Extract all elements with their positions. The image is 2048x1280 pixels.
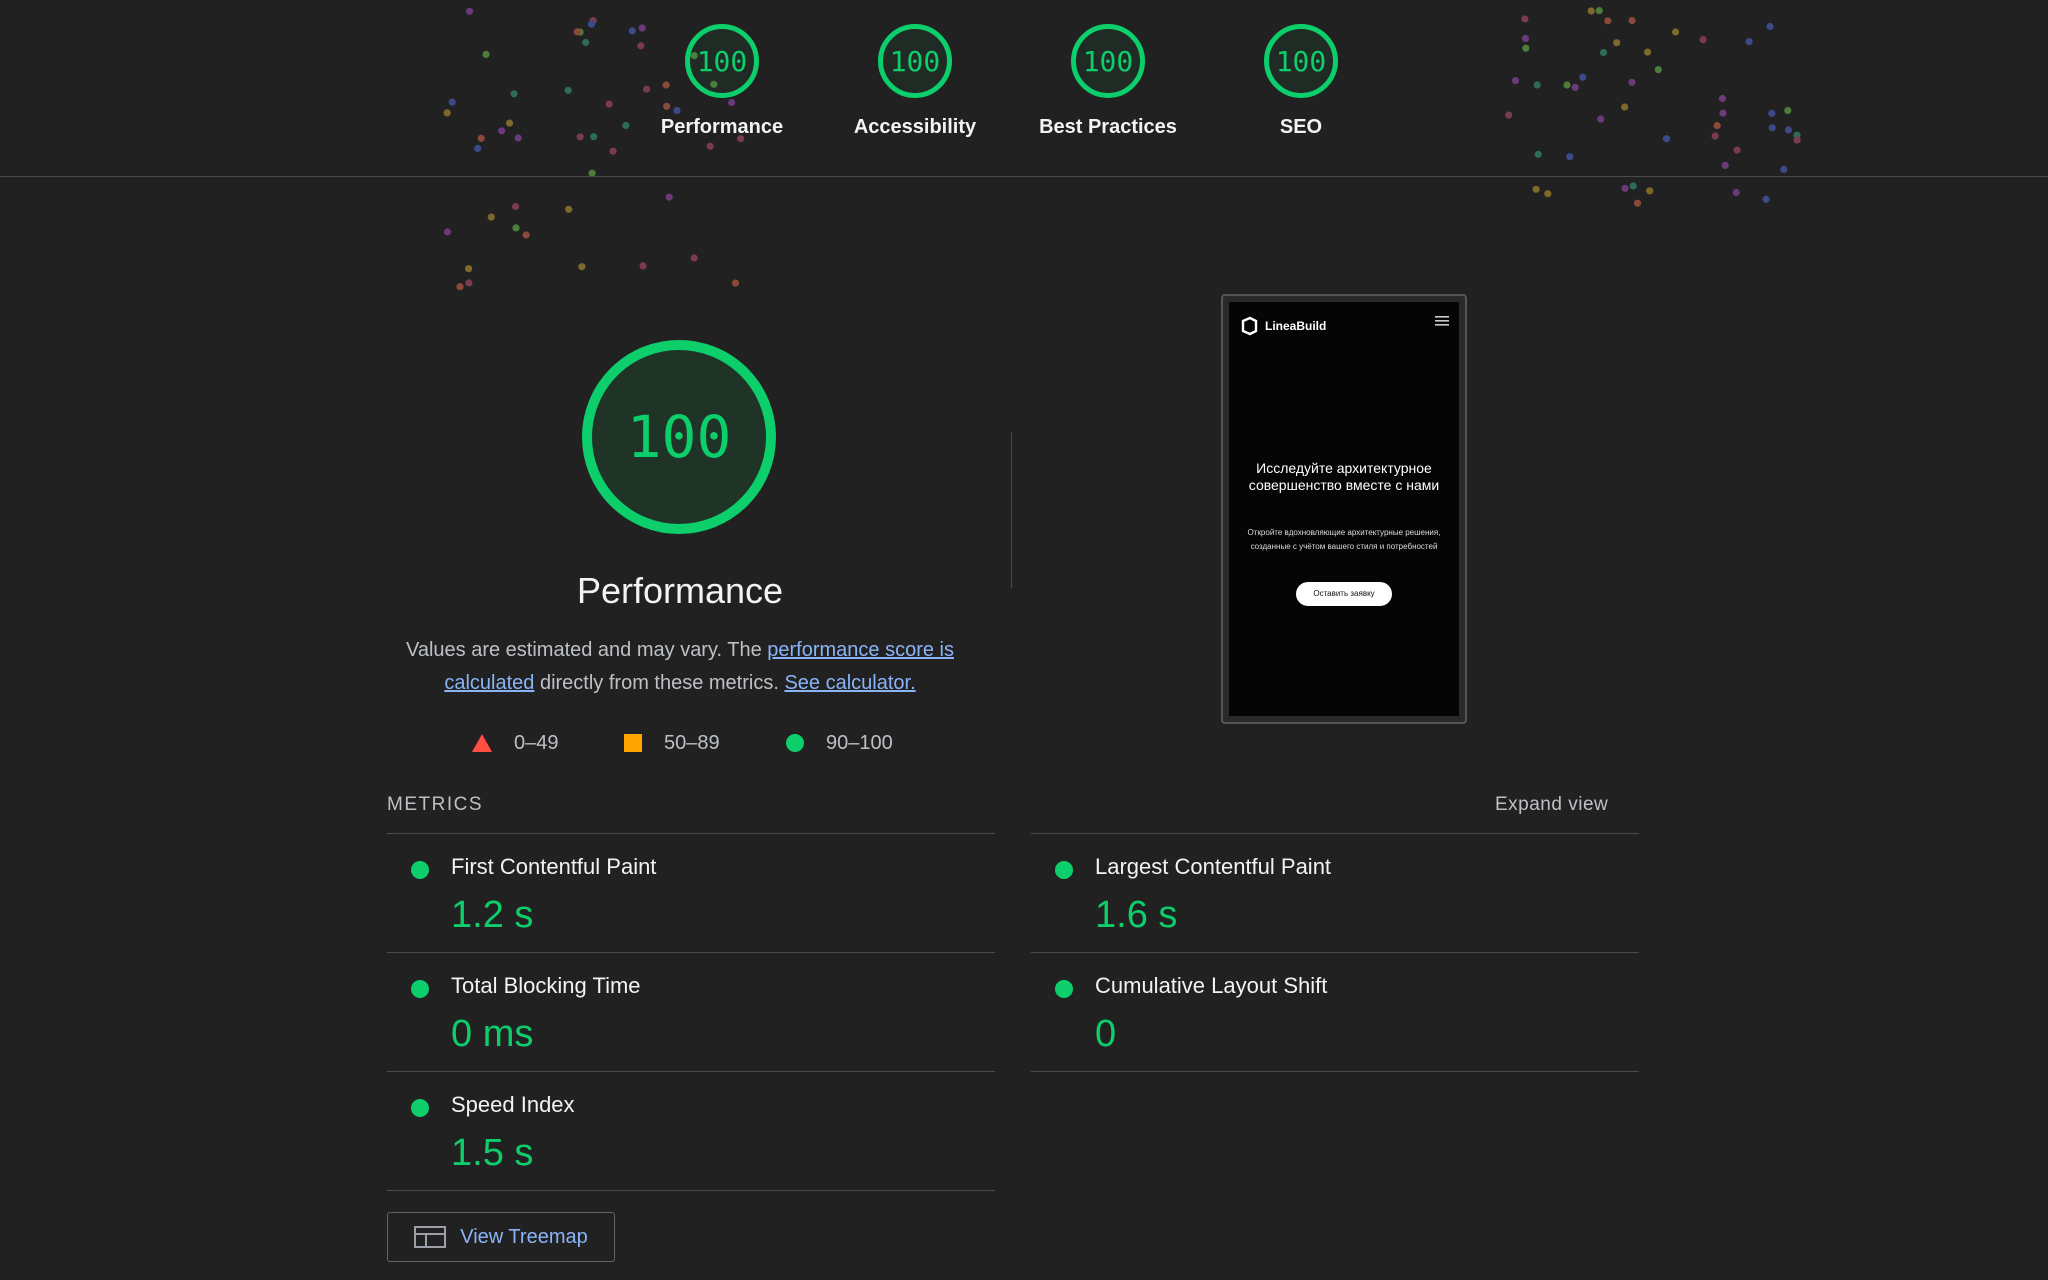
confetti-dot <box>465 265 473 273</box>
metric-value: 0 ms <box>451 1013 534 1055</box>
confetti-dot <box>1629 182 1637 190</box>
gauge-label: Performance <box>660 116 784 138</box>
circle-icon <box>786 734 804 752</box>
divider <box>387 1190 995 1191</box>
gauge-seo[interactable]: 100 SEO <box>1216 24 1386 139</box>
metric-value: 1.2 s <box>451 894 534 936</box>
confetti-dot <box>443 228 452 236</box>
triangle-icon <box>472 734 492 752</box>
hero-subtext: Откройте вдохновляющие архитектурные реш… <box>1247 528 1441 551</box>
category-summary-bar: 100 Performance 100 Accessibility 100 Be… <box>0 0 2048 177</box>
confetti-dot <box>639 262 647 270</box>
gauge-score: 100 <box>1275 44 1327 78</box>
pass-circle-icon <box>1055 980 1073 998</box>
see-calculator-link[interactable]: See calculator. <box>784 672 915 694</box>
legend-range: 50–89 <box>664 731 720 754</box>
square-icon <box>624 734 642 752</box>
pass-circle-icon <box>411 861 429 879</box>
confetti-dot <box>731 279 740 287</box>
hamburger-icon <box>1435 316 1449 326</box>
pass-circle-icon <box>411 980 429 998</box>
gauge-ring: 100 <box>878 24 952 98</box>
logo-icon <box>1241 316 1258 336</box>
view-treemap-button[interactable]: View Treemap <box>387 1212 615 1262</box>
confetti-dot <box>1633 199 1642 207</box>
pass-circle-icon <box>411 1099 429 1117</box>
confetti-dot <box>1732 188 1740 197</box>
screenshot-screen: LineaBuild Исследуйте архитектурное сове… <box>1229 302 1459 716</box>
gauge-ring: 100 <box>1264 24 1338 98</box>
performance-score-gauge: 100 <box>582 340 776 534</box>
description-text: directly from these metrics. <box>534 672 785 694</box>
metric-largest-contentful-paint[interactable]: Largest Contentful Paint 1.6 s <box>1031 833 1639 952</box>
metric-name: Total Blocking Time <box>451 973 641 998</box>
metric-total-blocking-time[interactable]: Total Blocking Time 0 ms <box>387 952 995 1071</box>
gauge-score: 100 <box>696 44 748 78</box>
metric-name: Largest Contentful Paint <box>1095 854 1332 879</box>
confetti-dot <box>512 224 520 232</box>
gauge-best-practices[interactable]: 100 Best Practices <box>1023 24 1193 139</box>
metric-value: 0 <box>1095 1013 1117 1055</box>
confetti-dot <box>565 205 573 213</box>
metric-speed-index[interactable]: Speed Index 1.5 s <box>387 1071 995 1190</box>
metric-value: 1.6 s <box>1095 894 1178 936</box>
confetti-dot <box>511 203 520 211</box>
confetti-dot <box>578 263 586 271</box>
metric-value: 1.5 s <box>451 1132 534 1174</box>
legend-range: 90–100 <box>826 731 893 754</box>
confetti-dot <box>1762 195 1770 203</box>
metric-name: First Contentful Paint <box>451 854 657 879</box>
performance-score: 100 <box>626 403 732 471</box>
metric-name: Speed Index <box>451 1092 575 1117</box>
performance-title: Performance <box>576 570 784 611</box>
confetti-dot <box>1646 187 1654 195</box>
brand-name: LineaBuild <box>1265 319 1327 333</box>
final-screenshot[interactable]: LineaBuild Исследуйте архитектурное сове… <box>1221 294 1467 724</box>
performance-description: Values are estimated and may vary. The p… <box>370 634 990 700</box>
metrics-column-right: Largest Contentful Paint 1.6 s Cumulativ… <box>1031 833 1639 1072</box>
metrics-heading: METRICS <box>387 794 483 815</box>
gauge-label: Best Practices <box>1039 116 1177 138</box>
confetti-dot <box>465 279 473 287</box>
confetti-dot <box>456 283 464 291</box>
divider <box>1011 432 1012 588</box>
hero-headline: Исследуйте архитектурное совершенство вм… <box>1248 460 1440 493</box>
confetti-dot <box>1544 190 1552 198</box>
metrics-column-left: First Contentful Paint 1.2 s Total Block… <box>387 833 995 1191</box>
treemap-icon <box>414 1226 447 1248</box>
confetti-dot <box>487 213 495 221</box>
gauge-score: 100 <box>1082 44 1134 78</box>
metric-cumulative-layout-shift[interactable]: Cumulative Layout Shift 0 <box>1031 952 1639 1071</box>
confetti-dot <box>690 254 698 262</box>
confetti-dot <box>1532 185 1540 193</box>
legend-average: 50–89 <box>624 730 720 756</box>
pass-circle-icon <box>1055 861 1073 879</box>
divider <box>1031 1071 1639 1072</box>
metric-name: Cumulative Layout Shift <box>1095 973 1328 998</box>
gauge-performance[interactable]: 100 Performance <box>637 24 807 139</box>
description-text: Values are estimated and may vary. The <box>405 639 768 661</box>
expand-view-toggle[interactable]: Expand view <box>1495 794 1608 816</box>
confetti-dot <box>522 231 530 239</box>
gauge-label: SEO <box>1279 116 1323 138</box>
confetti-dot <box>1621 184 1629 192</box>
confetti-dot <box>665 193 673 201</box>
legend-pass: 90–100 <box>786 730 893 756</box>
metric-first-contentful-paint[interactable]: First Contentful Paint 1.2 s <box>387 833 995 952</box>
treemap-label: View Treemap <box>460 1225 588 1248</box>
brand-logo: LineaBuild <box>1239 316 1326 336</box>
cta-button: Оставить заявку <box>1296 582 1392 606</box>
gauge-ring: 100 <box>685 24 759 98</box>
legend-fail: 0–49 <box>472 730 559 756</box>
gauge-label: Accessibility <box>853 116 977 138</box>
gauge-accessibility[interactable]: 100 Accessibility <box>830 24 1000 139</box>
gauge-ring: 100 <box>1071 24 1145 98</box>
gauge-score: 100 <box>889 44 941 78</box>
legend-range: 0–49 <box>514 731 559 754</box>
